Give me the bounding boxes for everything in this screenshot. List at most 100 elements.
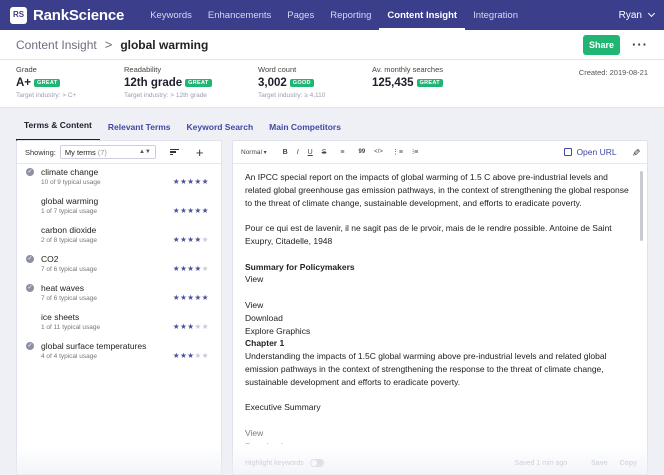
nav-item-keywords[interactable]: Keywords — [142, 0, 200, 30]
rating-stars: ★★★★★ — [173, 235, 209, 244]
metric-grade: Grade A+ GREAT Target industry: > C+ — [16, 65, 76, 99]
highlight-keywords-label: Highlight keywords — [245, 459, 304, 467]
scrollbar[interactable] — [640, 171, 643, 241]
external-link-icon — [564, 148, 573, 156]
logo[interactable]: RS RankScience — [10, 6, 125, 24]
star-icon: ★ — [172, 351, 181, 360]
editor-panel: Normal B I U S ≡ 99 </> ⋮≡ ⁝≡ Open URL ✎… — [232, 140, 648, 475]
term-list: ✓ climate change 10 of 9 typical usage ★★★★… — [17, 164, 221, 367]
save-button[interactable]: Save — [591, 460, 607, 467]
filter-value: My terms — [64, 147, 96, 157]
metric-target: Target industry: > 12th grade — [124, 92, 207, 99]
strikethrough-icon[interactable]: S — [322, 149, 327, 156]
page-title: global warming — [120, 37, 209, 52]
star-icon: ★ — [187, 235, 195, 244]
breadcrumb-parent[interactable]: Content Insight — [16, 38, 97, 52]
nav-item-integration[interactable]: Integration — [465, 0, 526, 30]
top-nav: RS RankScience Keywords Enhancements Pag… — [0, 0, 664, 30]
metric-value-row: 3,002 GOOD — [258, 77, 325, 89]
status-badge: GREAT — [416, 79, 443, 87]
content-paragraph: Download — [245, 312, 283, 323]
star-icon: ★ — [172, 177, 181, 186]
content-paragraph: View — [245, 427, 264, 438]
term-row[interactable]: carbon dioxide 2 of 8 typical usage ★★★★★ — [17, 222, 221, 251]
tab-terms-content[interactable]: Terms & Content — [16, 120, 100, 141]
metric-searches: Av. monthly searches 125,435 GREAT — [372, 65, 443, 89]
star-icon: ★ — [201, 177, 209, 186]
highlight-keywords-toggle[interactable] — [309, 459, 324, 467]
term-row[interactable]: ✓ CO2 7 of 6 typical usage ★★★★★ — [17, 251, 221, 280]
star-icon: ★ — [194, 235, 202, 244]
term-name: heat waves — [41, 283, 84, 293]
nav-item-reporting[interactable]: Reporting — [322, 0, 379, 30]
star-icon: ★ — [172, 322, 181, 331]
star-icon: ★ — [187, 177, 195, 186]
text-style-select[interactable]: Normal — [241, 149, 267, 156]
rating-stars: ★★★★★ — [173, 293, 209, 302]
quote-icon[interactable]: 99 — [358, 149, 365, 155]
terms-panel: Showing: My terms (7) ▲▼ + ✓ climate chan… — [16, 140, 222, 475]
bullet-list-icon[interactable]: ⁝≡ — [412, 148, 418, 156]
nav-item-enhancements[interactable]: Enhancements — [200, 0, 279, 30]
content-heading: Chapter 1 — [245, 338, 285, 349]
metric-value-row: 12th grade GREAT — [124, 77, 212, 89]
metric-target: Target industry: ≥ 4,110 — [258, 92, 326, 99]
pencil-icon[interactable]: ✎ — [629, 148, 640, 156]
tab-keyword-search[interactable]: Keyword Search — [179, 122, 262, 141]
term-row[interactable]: ✓ heat waves 7 of 6 typical usage ★★★★★ — [17, 280, 221, 309]
rating-stars: ★★★★★ — [173, 322, 209, 331]
star-icon: ★ — [172, 206, 181, 215]
content-paragraph: View — [245, 274, 264, 285]
star-icon: ★ — [194, 264, 202, 273]
bold-icon[interactable]: B — [283, 149, 288, 156]
align-icon[interactable]: ≡ — [340, 149, 344, 156]
code-icon[interactable]: </> — [374, 149, 383, 155]
nav-item-content-insight[interactable]: Content Insight — [379, 0, 466, 30]
italic-icon[interactable]: I — [297, 149, 299, 156]
content-paragraph: Understanding the impacts of 1.5C global… — [245, 351, 607, 387]
select-arrows-icon: ▲▼ — [138, 149, 151, 155]
star-icon: ★ — [172, 293, 181, 302]
more-options-icon[interactable]: ··· — [632, 37, 648, 52]
term-row[interactable]: global warming 1 of 7 typical usage ★★★★★ — [17, 193, 221, 222]
check-circle-icon: ✓ — [26, 255, 34, 263]
metric-value: 125,435 — [372, 77, 414, 89]
ordered-list-icon[interactable]: ⋮≡ — [392, 148, 403, 156]
editor-content[interactable]: An IPCC special report on the impacts of… — [233, 164, 647, 444]
term-row[interactable]: ✓ global surface temperatures 4 of 4 typic… — [17, 338, 221, 367]
tab-relevant-terms[interactable]: Relevant Terms — [100, 122, 179, 141]
user-name: Ryan — [618, 9, 642, 21]
metric-value-row: 125,435 GREAT — [372, 77, 443, 89]
metric-value-row: A+ GREAT — [16, 77, 76, 89]
term-row[interactable]: ✓ climate change 10 of 9 typical usage ★★★★… — [17, 164, 221, 193]
star-icon: ★ — [194, 177, 202, 186]
app-name: RankScience — [33, 6, 125, 24]
term-name: global surface temperatures — [41, 341, 147, 351]
terms-filter-select[interactable]: My terms (7) ▲▼ — [59, 145, 156, 159]
copy-button[interactable]: Copy — [620, 460, 638, 467]
share-button[interactable]: Share — [583, 34, 620, 55]
metric-readability: Readability 12th grade GREAT Target indu… — [124, 65, 212, 99]
term-name: climate change — [41, 167, 99, 177]
editor-toolbar: Normal B I U S ≡ 99 </> ⋮≡ ⁝≡ Open URL ✎ — [233, 141, 647, 164]
star-icon: ★ — [172, 264, 181, 273]
tab-main-competitors[interactable]: Main Competitors — [261, 122, 349, 141]
underline-icon[interactable]: U — [308, 149, 313, 156]
add-term-icon[interactable]: + — [196, 146, 204, 159]
metric-value: A+ — [16, 77, 32, 89]
star-icon: ★ — [172, 235, 181, 244]
check-circle-icon: ✓ — [26, 168, 34, 176]
term-row[interactable]: ice sheets 1 of 11 typical usage ★★★★★ — [17, 309, 221, 338]
term-name: CO2 — [41, 254, 59, 264]
star-icon: ★ — [201, 264, 209, 273]
open-url-link[interactable]: Open URL — [564, 147, 617, 157]
sort-icon[interactable] — [169, 148, 179, 156]
nav-item-pages[interactable]: Pages — [279, 0, 322, 30]
terms-panel-header: Showing: My terms (7) ▲▼ + — [17, 141, 221, 164]
logo-mark-icon: RS — [10, 6, 27, 24]
user-menu[interactable]: Ryan — [618, 9, 656, 21]
star-icon: ★ — [187, 264, 195, 273]
content-paragraph: Executive Summary — [245, 402, 321, 413]
tab-bar: Terms & Content Relevant Terms Keyword S… — [0, 108, 664, 141]
